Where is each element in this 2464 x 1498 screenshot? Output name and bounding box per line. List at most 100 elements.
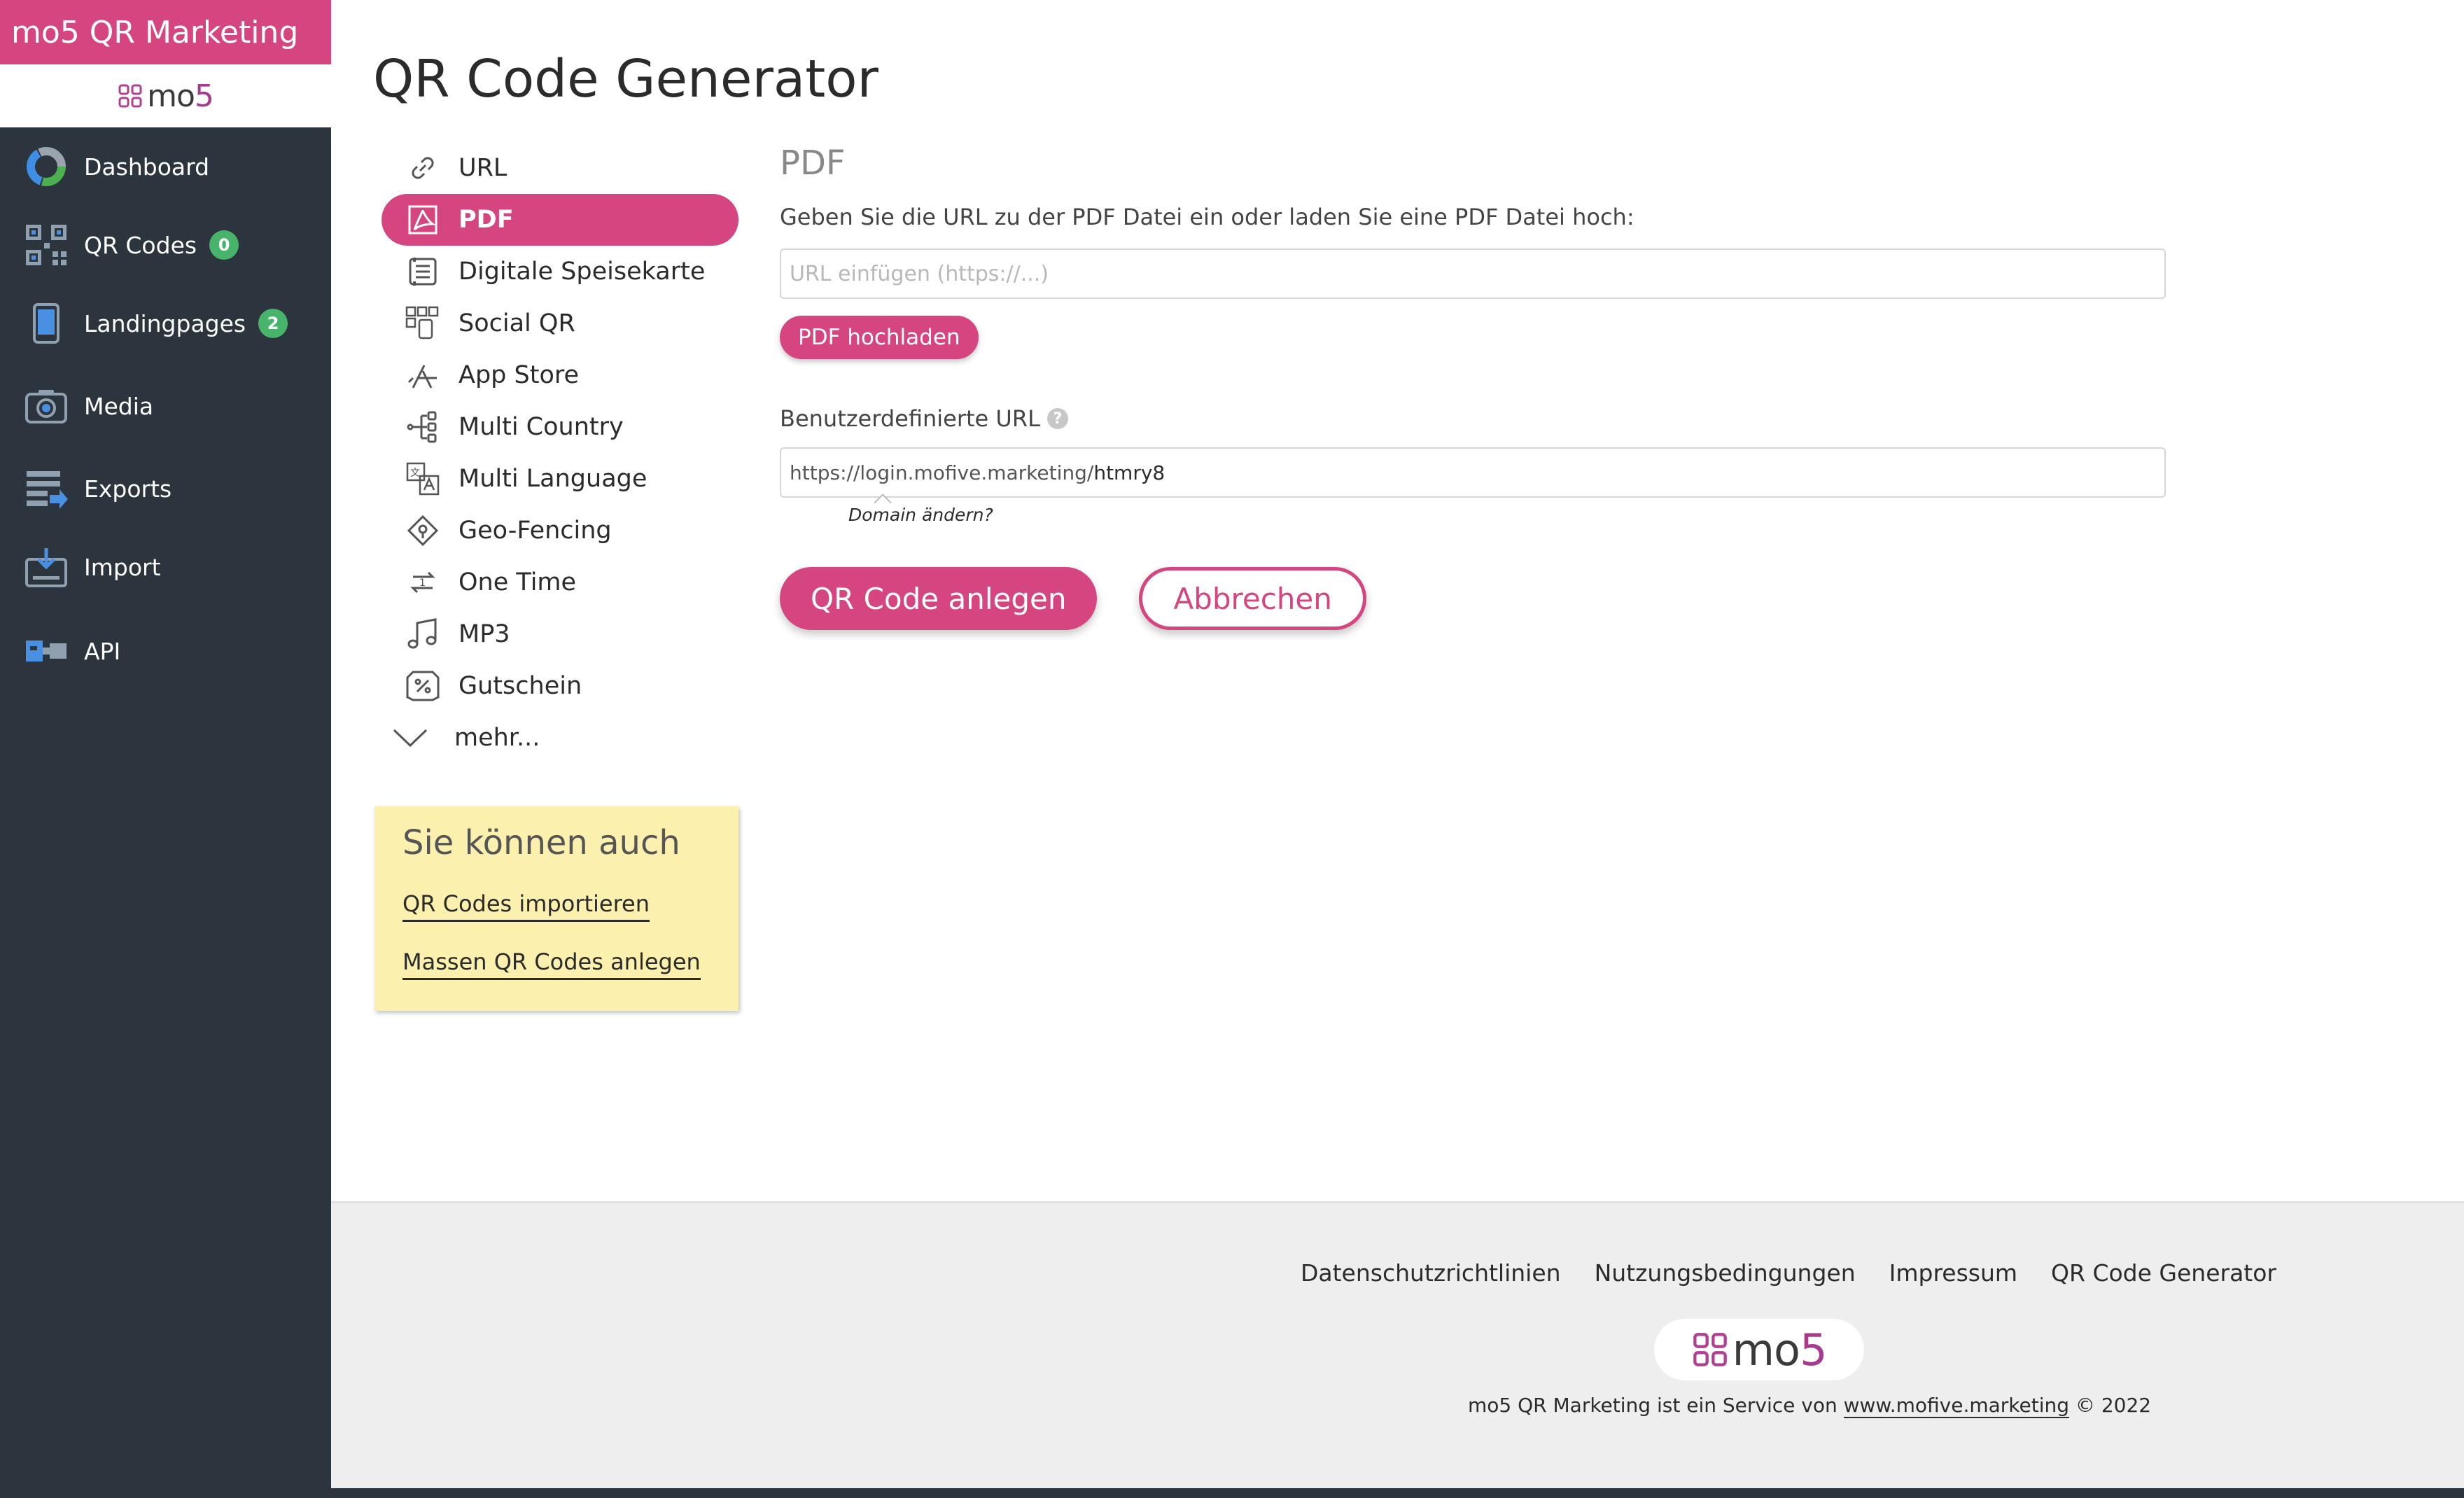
type-mehr[interactable]: mehr... [382,712,738,764]
app-title: mo5 QR Marketing [0,0,331,64]
app-store-icon [405,358,440,393]
section-title: PDF [780,144,846,183]
bulk-create-qr-codes-link[interactable]: Massen QR Codes anlegen [402,948,701,980]
sidebar-item-dashboard[interactable]: Dashboard [0,127,331,206]
sidebar: mo5 QR Marketing mo5 Dashboard QR Codes … [0,0,331,1498]
sidebar-item-label: Import [84,553,161,581]
pdf-url-input[interactable] [780,248,2166,299]
type-label: mehr... [454,724,540,752]
footer: Datenschutzrichtlinien Nutzungsbedingung… [331,1201,2464,1488]
type-label: Social QR [458,309,575,337]
footer-logo[interactable]: mo5 [1654,1319,1864,1380]
sidebar-item-media[interactable]: Media [0,363,331,449]
url-prefix: https://login.mofive.marketing/ [790,461,1094,484]
sidebar-item-label: API [84,637,121,665]
sidebar-item-exports[interactable]: Exports [0,449,331,528]
logo-text: mo5 [147,78,214,114]
page-title: QR Code Generator [373,49,878,109]
custom-url-field[interactable]: https://login.mofive.marketing/ [780,447,2166,498]
sidebar-item-qr-codes[interactable]: QR Codes 0 [0,206,331,284]
type-geo-fencing[interactable]: Geo-Fencing [382,505,738,556]
sidebar-item-landingpages[interactable]: Landingpages 2 [0,284,331,363]
hint-title: Sie können auch [402,823,680,862]
multi-language-icon: 文 [405,461,440,496]
import-icon [24,545,69,589]
terms-link[interactable]: Nutzungsbedingungen [1595,1259,1856,1287]
svg-text:文: 文 [410,468,420,479]
sidebar-item-label: Exports [84,475,172,503]
create-qr-code-button[interactable]: QR Code anlegen [780,567,1098,630]
pdf-icon [405,202,440,237]
type-gutschein[interactable]: Gutschein [382,660,738,712]
sidebar-item-label: Dashboard [84,153,210,181]
music-note-icon [405,617,440,652]
cancel-button[interactable]: Abbrechen [1139,567,1366,630]
type-social-qr[interactable]: Social QR [382,298,738,349]
type-label: Multi Language [458,465,648,493]
link-icon [405,150,440,186]
type-pdf[interactable]: PDF [382,194,738,246]
camera-icon [24,384,69,428]
mo5-logo: mo5 [118,78,214,114]
sidebar-item-label: Landingpages [84,309,246,337]
type-label: One Time [458,568,577,596]
mofive-website-link[interactable]: www.mofive.marketing [1843,1394,2070,1418]
hint-box: Sie können auch QR Codes importieren Mas… [374,806,738,1011]
brand-logo[interactable]: mo5 [0,64,331,127]
type-label: Multi Country [458,413,624,441]
social-qr-icon [405,306,440,341]
footer-links: Datenschutzrichtlinien Nutzungsbedingung… [1301,1259,2276,1287]
bottom-edge [331,1488,2464,1498]
one-time-icon: 1 [405,565,440,600]
type-label: Geo-Fencing [458,517,612,545]
sidebar-nav: Dashboard QR Codes 0 Landingpages 2 Medi… [0,127,331,696]
type-mp3[interactable]: MP3 [382,608,738,660]
type-app-store[interactable]: App Store [382,349,738,401]
type-digitale-speisekarte[interactable]: Digitale Speisekarte [382,246,738,298]
help-icon[interactable]: ? [1046,408,1068,429]
type-multi-country[interactable]: Multi Country [382,401,738,453]
qr-type-list: URL PDF Digitale Speisekarte Social QR A… [382,142,738,764]
type-label: URL [458,154,507,182]
type-label: App Store [458,361,580,389]
main-content: QR Code Generator URL PDF Digitale Speis [331,0,2464,1201]
form-actions: QR Code anlegen Abbrechen [780,567,2169,630]
menu-card-icon [405,254,440,289]
api-icon [24,629,69,673]
sidebar-item-import[interactable]: Import [0,528,331,606]
type-label: Gutschein [458,672,582,700]
type-label: PDF [458,206,514,234]
custom-url-label: Benutzerdefinierte URL [780,405,1040,432]
qr-generator-link[interactable]: QR Code Generator [2051,1259,2276,1287]
dashboard-donut-icon [24,144,69,189]
instruction-text: Geben Sie die URL zu der PDF Datei ein o… [780,204,1634,230]
type-one-time[interactable]: 1 One Time [382,556,738,608]
geo-fencing-icon [405,513,440,548]
change-domain-link[interactable]: Domain ändern? [848,505,2169,525]
sidebar-item-label: Media [84,392,154,420]
type-url[interactable]: URL [382,142,738,194]
qr-code-icon [24,223,69,267]
type-multi-language[interactable]: 文 Multi Language [382,453,738,505]
pdf-form: PDF Geben Sie die URL zu der PDF Datei e… [780,144,2169,630]
mo5-logo: mo5 [1692,1324,1827,1376]
tablet-icon [24,301,69,346]
sidebar-item-label: QR Codes [84,231,197,259]
coupon-icon [405,668,440,704]
imprint-link[interactable]: Impressum [1889,1259,2017,1287]
count-badge: 0 [209,230,239,260]
chevron-down-icon [393,720,428,755]
custom-url-slug-input[interactable] [1093,461,1374,484]
privacy-link[interactable]: Datenschutzrichtlinien [1301,1259,1561,1287]
type-label: MP3 [458,620,510,648]
logo-qr-icon [1693,1333,1727,1366]
logo-text: mo5 [1732,1324,1828,1376]
sidebar-item-api[interactable]: API [0,606,331,696]
svg-text:1: 1 [419,578,426,589]
export-icon [24,466,69,511]
count-badge: 2 [258,309,288,338]
type-label: Digitale Speisekarte [458,258,706,286]
upload-pdf-button[interactable]: PDF hochladen [780,316,979,359]
import-qr-codes-link[interactable]: QR Codes importieren [402,890,650,922]
footer-note: mo5 QR Marketing ist ein Service von www… [1468,1394,2152,1418]
